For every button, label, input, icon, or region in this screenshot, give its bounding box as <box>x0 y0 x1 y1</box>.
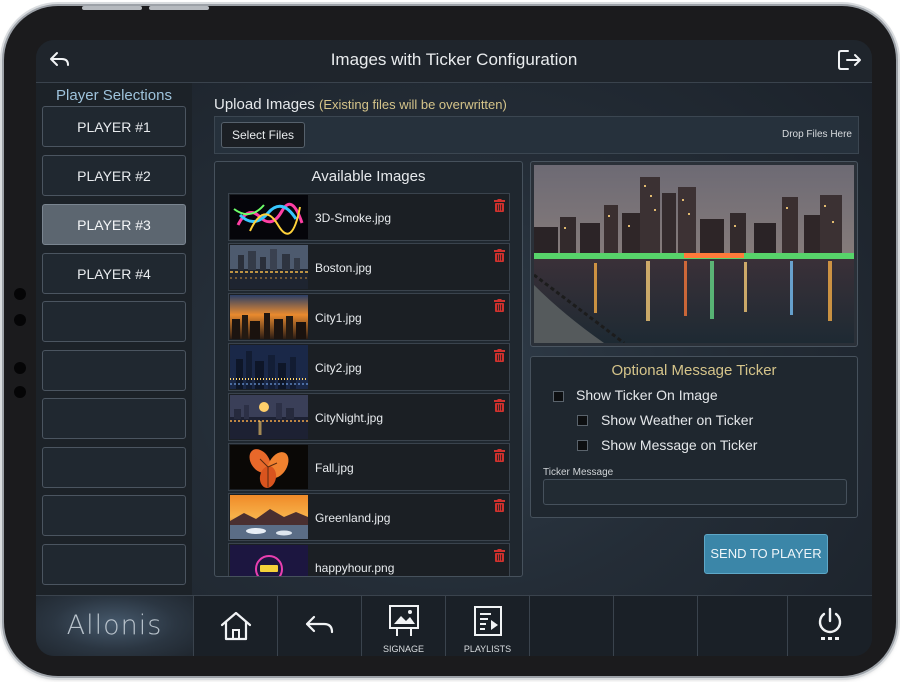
available-images-panel: Available Images 3D-Smoke.jpg Boston.jpg… <box>214 161 523 577</box>
show-weather-label: Show Weather on Ticker <box>601 412 754 428</box>
player-3-button[interactable]: PLAYER #3 <box>42 204 186 245</box>
drop-files-text: Drop Files Here <box>781 129 852 140</box>
image-list-item[interactable]: happyhour.png <box>228 543 510 576</box>
tablet-frame: Images with Ticker Configuration Player … <box>4 6 896 676</box>
player-4-button[interactable]: PLAYER #4 <box>42 253 186 294</box>
image-filename: Greenland.jpg <box>315 511 391 525</box>
image-filename: 3D-Smoke.jpg <box>315 211 392 225</box>
sensor-dot <box>14 386 26 398</box>
home-button[interactable] <box>194 596 278 656</box>
drop-zone[interactable]: Select Files Drop Files Here <box>214 116 859 154</box>
image-thumbnail <box>230 245 308 289</box>
sidebar-heading: Player Selections <box>56 87 172 104</box>
signage-button[interactable]: SIGNAGE <box>362 596 446 656</box>
image-list-item[interactable]: Boston.jpg <box>228 243 510 291</box>
image-thumbnail <box>230 545 308 576</box>
home-icon <box>220 611 252 641</box>
empty-nav-slot <box>530 596 614 656</box>
image-list-item[interactable]: City1.jpg <box>228 293 510 341</box>
image-filename: City1.jpg <box>315 311 362 325</box>
volume-button <box>149 6 209 10</box>
image-list-item[interactable]: Fall.jpg <box>228 443 510 491</box>
ticker-options-panel: Optional Message Ticker Show Ticker On I… <box>530 356 858 518</box>
image-thumbnail <box>230 395 308 439</box>
image-thumbnail <box>230 195 308 239</box>
brand-logo: Allonis <box>36 596 194 656</box>
image-thumbnail <box>230 495 308 539</box>
empty-nav-slot <box>614 596 698 656</box>
select-files-button[interactable]: Select Files <box>221 122 305 148</box>
sensor-dot <box>14 288 26 300</box>
image-list-item[interactable]: 3D-Smoke.jpg <box>228 193 510 241</box>
upload-note: (Existing files will be overwritten) <box>319 97 507 112</box>
ticker-message-input[interactable] <box>543 479 847 505</box>
trash-icon[interactable] <box>494 449 505 462</box>
trash-icon[interactable] <box>494 349 505 362</box>
app-screen: Images with Ticker Configuration Player … <box>36 40 872 656</box>
empty-player-slot[interactable] <box>42 398 186 439</box>
trash-icon[interactable] <box>494 249 505 262</box>
sensor-dot <box>14 314 26 326</box>
show-ticker-checkbox[interactable] <box>553 391 564 402</box>
empty-player-slot[interactable] <box>42 447 186 488</box>
image-list-item[interactable]: Greenland.jpg <box>228 493 510 541</box>
playlists-caption: PLAYLISTS <box>463 644 512 654</box>
image-filename: CityNight.jpg <box>315 411 384 425</box>
image-preview <box>530 161 858 347</box>
empty-player-slot[interactable] <box>42 301 186 342</box>
image-thumbnail <box>230 345 308 389</box>
trash-icon[interactable] <box>494 549 505 562</box>
send-to-player-button[interactable]: SEND TO PLAYER <box>704 534 828 574</box>
signage-caption: SIGNAGE <box>382 644 424 654</box>
image-filename: City2.jpg <box>315 361 362 375</box>
upload-label: Upload Images <box>214 96 315 113</box>
power-button[interactable] <box>788 596 872 656</box>
trash-icon[interactable] <box>494 499 505 512</box>
image-filename: happyhour.png <box>315 561 395 575</box>
page-title: Images with Ticker Configuration <box>330 50 578 69</box>
signage-icon <box>389 605 419 636</box>
show-ticker-label: Show Ticker On Image <box>576 387 718 403</box>
show-message-label: Show Message on Ticker <box>601 437 758 453</box>
logout-icon[interactable] <box>837 48 863 77</box>
top-bar: Images with Ticker Configuration <box>36 40 872 83</box>
empty-player-slot[interactable] <box>42 350 186 391</box>
image-thumbnail <box>230 295 308 339</box>
bottom-nav-bar: Allonis SIGNAGE PLAYLISTS <box>36 595 872 656</box>
available-images-heading: Available Images <box>311 168 426 185</box>
image-filename: Boston.jpg <box>315 261 372 275</box>
image-filename: Fall.jpg <box>315 461 354 475</box>
player-2-button[interactable]: PLAYER #2 <box>42 155 186 196</box>
image-list-item[interactable]: City2.jpg <box>228 343 510 391</box>
logo-text: Allonis <box>66 610 163 641</box>
trash-icon[interactable] <box>494 299 505 312</box>
player-sidebar: Player Selections PLAYER #1 PLAYER #2 PL… <box>36 83 192 595</box>
preview-image <box>533 165 854 345</box>
power-icon <box>818 607 842 640</box>
undo-arrow-icon <box>305 615 334 634</box>
image-thumbnail <box>230 445 308 489</box>
trash-icon[interactable] <box>494 199 505 212</box>
empty-player-slot[interactable] <box>42 495 186 536</box>
show-message-checkbox[interactable] <box>577 440 588 451</box>
empty-player-slot[interactable] <box>42 544 186 585</box>
player-1-button[interactable]: PLAYER #1 <box>42 106 186 147</box>
show-weather-checkbox[interactable] <box>577 415 588 426</box>
trash-icon[interactable] <box>494 399 505 412</box>
ticker-message-label: Ticker Message <box>543 467 614 478</box>
back-button[interactable] <box>278 596 362 656</box>
playlist-icon <box>474 606 502 636</box>
image-list-item[interactable]: CityNight.jpg <box>228 393 510 441</box>
ticker-heading: Optional Message Ticker <box>611 362 777 379</box>
empty-nav-slot <box>698 596 788 656</box>
volume-button <box>82 6 142 10</box>
playlists-button[interactable]: PLAYLISTS <box>446 596 530 656</box>
sensor-dot <box>14 362 26 374</box>
